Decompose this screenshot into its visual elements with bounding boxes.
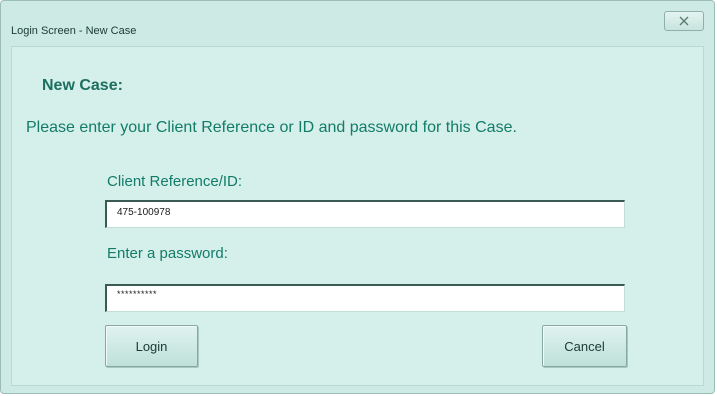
- title-bar[interactable]: Login Screen - New Case: [1, 1, 714, 41]
- password-input[interactable]: **********: [105, 284, 625, 312]
- login-dialog: Login Screen - New Case New Case: Please…: [0, 0, 715, 394]
- instruction-text: Please enter your Client Reference or ID…: [26, 119, 517, 136]
- close-button[interactable]: [664, 11, 704, 31]
- client-reference-input[interactable]: 475-100978: [105, 200, 625, 228]
- close-icon: [679, 16, 689, 26]
- password-label: Enter a password:: [107, 245, 228, 262]
- cancel-button[interactable]: Cancel: [542, 325, 627, 367]
- login-button[interactable]: Login: [105, 325, 198, 367]
- client-reference-label: Client Reference/ID:: [107, 173, 243, 190]
- page-title: New Case:: [42, 77, 123, 94]
- window-title: Login Screen - New Case: [11, 25, 137, 37]
